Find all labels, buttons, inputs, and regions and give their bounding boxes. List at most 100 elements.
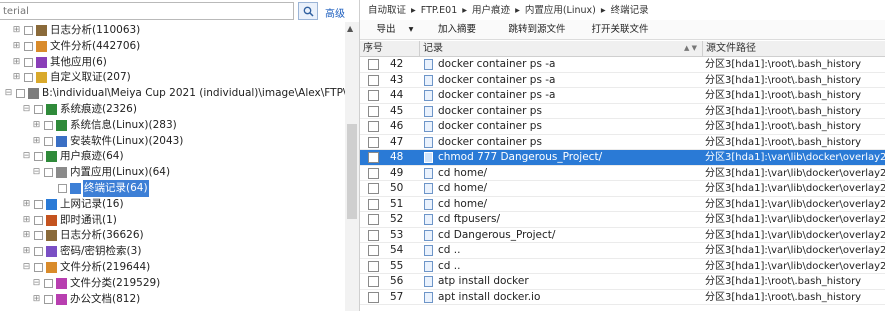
tree-node[interactable]: ⊞ 日志分析(110063)	[12, 22, 141, 39]
tree-node[interactable]: ⊟ B:\individual\Meiya Cup 2021 (individua…	[4, 85, 345, 102]
evidence-tree[interactable]: ⊞ 日志分析(110063) ⊞ 文件分析(442706) ⊞ 其他应用(6) ⊞ 自定义取证…	[0, 22, 345, 311]
tree-node-label[interactable]: 系统信息(Linux)(283)	[69, 117, 178, 134]
tree-node[interactable]: ⊟ 系统痕迹(2326)	[22, 101, 138, 118]
tree-node-label[interactable]: 文件分析(219644)	[59, 259, 151, 276]
tree-node[interactable]: ⊞ 文件分析(442706)	[12, 38, 141, 55]
tree-node[interactable]: ⊟ 用户痕迹(64)	[22, 148, 125, 165]
collapse-icon[interactable]: ⊟	[4, 89, 13, 98]
tree-node-label[interactable]: 其他应用(6)	[49, 54, 108, 71]
table-row[interactable]: 48 chmod 777 Dangerous_Project/分区3[hda1]:…	[360, 150, 885, 166]
tree-node-checkbox[interactable]	[24, 73, 33, 83]
tree-node-checkbox[interactable]	[44, 168, 53, 178]
row-checkbox[interactable]	[368, 183, 379, 194]
row-checkbox[interactable]	[368, 229, 379, 241]
column-record[interactable]: 记录 ▲ ▼	[420, 41, 703, 56]
breadcrumb-item[interactable]: 终端记录	[611, 5, 649, 16]
table-row[interactable]: 53 cd Dangerous_Project/分区3[hda1]:\var\li…	[360, 228, 885, 243]
expand-icon[interactable]: ⊞	[22, 215, 31, 225]
tree-node-checkbox[interactable]	[34, 199, 43, 209]
row-checkbox[interactable]	[368, 260, 379, 272]
tree-node-checkbox[interactable]	[34, 105, 43, 114]
row-checkbox[interactable]	[368, 167, 379, 179]
tree-node[interactable]: ⊟ 文件分类(219529)	[32, 275, 161, 292]
search-button[interactable]	[298, 2, 318, 20]
table-row[interactable]: 51 cd home/分区3[hda1]:\var\lib\docker\over…	[360, 197, 885, 212]
tree-node-checkbox[interactable]	[34, 231, 43, 241]
tree-node-label[interactable]: 办公文档(812)	[69, 291, 141, 308]
tree-node-checkbox[interactable]	[24, 57, 33, 67]
tree-node-label[interactable]: 系统痕迹(2326)	[59, 101, 138, 118]
advanced-search-link[interactable]: 高级	[325, 5, 345, 20]
tree-node-checkbox[interactable]	[34, 215, 43, 225]
tree-node-checkbox[interactable]	[44, 120, 53, 130]
tree-node[interactable]: ⊟ 内置应用(Linux)(64)	[32, 164, 171, 181]
tree-scrollbar[interactable]: ▲	[345, 22, 359, 311]
row-checkbox[interactable]	[368, 121, 379, 132]
tree-node[interactable]: ⊞ 即时通讯(1)	[22, 212, 118, 229]
jump-to-source-button[interactable]: 跳转到源文件	[496, 22, 578, 37]
add-summary-button[interactable]: 加入摘要	[428, 22, 486, 37]
tree-node-label[interactable]: 文件分析(442706)	[49, 38, 141, 55]
table-row[interactable]: 49 cd home/分区3[hda1]:\var\lib\docker\over…	[360, 166, 885, 181]
tree-node[interactable]: ⊟ 文件分析(219644)	[22, 259, 151, 276]
tree-node-checkbox[interactable]	[44, 278, 53, 288]
row-checkbox[interactable]	[368, 74, 379, 86]
expand-icon[interactable]: ⊞	[22, 247, 31, 256]
tree-node[interactable]: ⊞ 办公文档(812)	[32, 291, 141, 308]
table-row[interactable]: 47 docker container ps 分区3[hda1]:\root\.ba…	[360, 135, 885, 150]
tree-node-label[interactable]: B:\individual\Meiya Cup 2021 (individual…	[41, 85, 345, 102]
tree-node-label[interactable]: 即时通讯(1)	[59, 212, 118, 229]
tree-node-label[interactable]: 日志分析(36626)	[59, 227, 145, 244]
tree-node-label[interactable]: 自定义取证(207)	[49, 69, 132, 86]
tree-node-checkbox[interactable]	[34, 152, 43, 162]
open-related-file-button[interactable]: 打开关联文件	[584, 22, 656, 37]
row-checkbox[interactable]	[368, 214, 379, 225]
row-checkbox[interactable]	[368, 59, 379, 70]
tree-node-checkbox[interactable]	[24, 26, 33, 35]
scroll-up-icon[interactable]: ▲	[347, 24, 353, 33]
tree-node-label[interactable]: 终端记录(64)	[83, 180, 149, 197]
tree-node[interactable]: ⊞ 其他应用(6)	[12, 54, 108, 71]
column-source-path[interactable]: 源文件路径	[703, 41, 885, 56]
table-row[interactable]: 56 atp install docker 分区3[hda1]:\root\.bas…	[360, 274, 885, 290]
tree-node-label[interactable]: 密码/密钥检索(3)	[59, 243, 142, 260]
breadcrumb-item[interactable]: FTP.E01	[421, 5, 457, 16]
table-row[interactable]: 52 cd ftpusers/分区3[hda1]:\var\lib\docker\…	[360, 212, 885, 228]
tree-node-label[interactable]: 用户痕迹(64)	[59, 148, 125, 165]
sort-icon[interactable]: ▲ ▼	[684, 41, 697, 56]
tree-node-checkbox[interactable]	[16, 89, 25, 99]
row-checkbox[interactable]	[368, 152, 379, 163]
table-row[interactable]: 42 docker container ps -a 分区3[hda1]:\root\…	[360, 57, 885, 73]
tree-node[interactable]: ⊞ 系统信息(Linux)(283)	[32, 117, 178, 134]
export-dropdown-icon[interactable]: ▾	[404, 22, 418, 37]
collapse-icon[interactable]: ⊟	[22, 263, 31, 272]
expand-icon[interactable]: ⊞	[12, 26, 21, 35]
collapse-icon[interactable]: ⊟	[32, 278, 41, 288]
tree-node[interactable]: ⊞ 安装软件(Linux)(2043)	[32, 133, 184, 150]
row-checkbox[interactable]	[368, 291, 379, 303]
tree-node[interactable]: ⊞ 日志分析(36626)	[22, 227, 145, 244]
expand-icon[interactable]: ⊞	[12, 41, 21, 51]
row-checkbox[interactable]	[368, 198, 379, 210]
tree-node-checkbox[interactable]	[44, 136, 53, 146]
collapse-icon[interactable]: ⊟	[32, 168, 41, 177]
table-row[interactable]: 54 cd .. 分区3[hda1]:\var\lib\docker\overlay…	[360, 243, 885, 259]
row-checkbox[interactable]	[368, 90, 379, 101]
tree-node-label[interactable]: 内置应用(Linux)(64)	[69, 164, 171, 181]
table-row[interactable]: 57 apt install docker.io 分区3[hda1]:\root\.…	[360, 290, 885, 305]
collapse-icon[interactable]: ⊟	[22, 152, 31, 161]
tree-node-label[interactable]: 上网记录(16)	[59, 196, 125, 213]
table-row[interactable]: 55 cd .. 分区3[hda1]:\var\lib\docker\overlay…	[360, 259, 885, 274]
table-row[interactable]: 44 docker container ps -a 分区3[hda1]:\root\…	[360, 88, 885, 104]
column-seq[interactable]: 序号	[360, 41, 420, 56]
tree-node[interactable]: ⊞ 密码/密钥检索(3)	[22, 243, 142, 260]
expand-icon[interactable]: ⊞	[12, 73, 21, 82]
tree-node[interactable]: ⊞ 上网记录(16)	[22, 196, 125, 213]
row-checkbox[interactable]	[368, 105, 379, 117]
export-button[interactable]: 导出	[370, 22, 402, 37]
tree-node-checkbox[interactable]	[44, 294, 53, 304]
tree-node-checkbox[interactable]	[34, 247, 43, 257]
breadcrumb-item[interactable]: 用户痕迹	[472, 5, 510, 16]
expand-icon[interactable]: ⊞	[12, 57, 21, 67]
table-row[interactable]: 50 cd home/分区3[hda1]:\var\lib\docker\over…	[360, 181, 885, 197]
